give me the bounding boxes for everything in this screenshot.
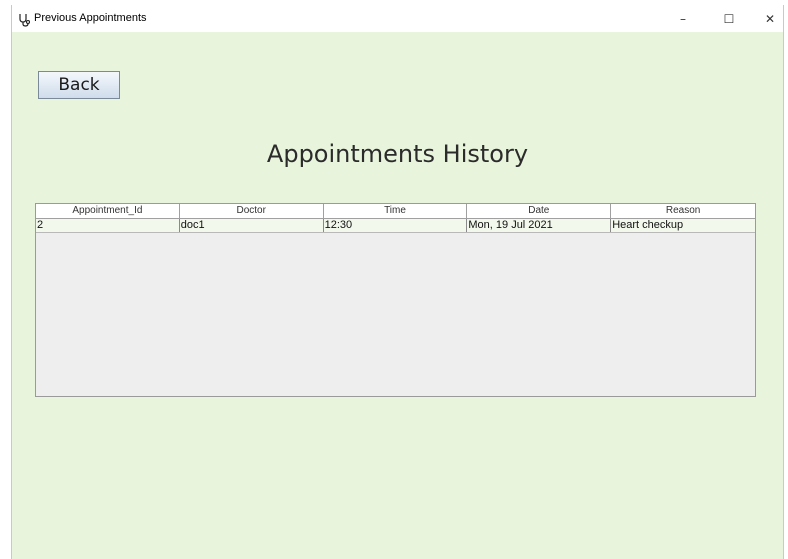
column-header-time[interactable]: Time — [324, 204, 468, 218]
page-title: Appointments History — [266, 140, 529, 168]
column-header-date[interactable]: Date — [467, 204, 612, 218]
back-button[interactable]: Back — [38, 71, 120, 99]
minimize-button[interactable]: – — [660, 5, 706, 32]
column-header-reason[interactable]: Reason — [611, 204, 755, 218]
maximize-button[interactable]: ☐ — [706, 5, 752, 32]
cell-appointment-id[interactable]: 2 — [36, 219, 180, 232]
table-row[interactable]: 2 doc1 12:30 Mon, 19 Jul 2021 Heart chec… — [36, 219, 755, 233]
window-title: Previous Appointments — [34, 12, 147, 24]
app-window: Previous Appointments – ☐ ✕ Back Appoint… — [11, 5, 784, 559]
cell-date[interactable]: Mon, 19 Jul 2021 — [467, 219, 612, 232]
close-button[interactable]: ✕ — [747, 5, 788, 32]
table-header: Appointment_Id Doctor Time Date Reason — [36, 204, 755, 219]
column-header-appointment-id[interactable]: Appointment_Id — [36, 204, 180, 218]
title-bar[interactable]: Previous Appointments – ☐ ✕ — [12, 5, 783, 32]
cell-doctor[interactable]: doc1 — [180, 219, 324, 232]
cell-reason[interactable]: Heart checkup — [611, 219, 755, 232]
stethoscope-icon — [17, 12, 31, 27]
appointments-table[interactable]: Appointment_Id Doctor Time Date Reason 2… — [35, 203, 756, 397]
cell-time[interactable]: 12:30 — [324, 219, 468, 232]
column-header-doctor[interactable]: Doctor — [180, 204, 324, 218]
